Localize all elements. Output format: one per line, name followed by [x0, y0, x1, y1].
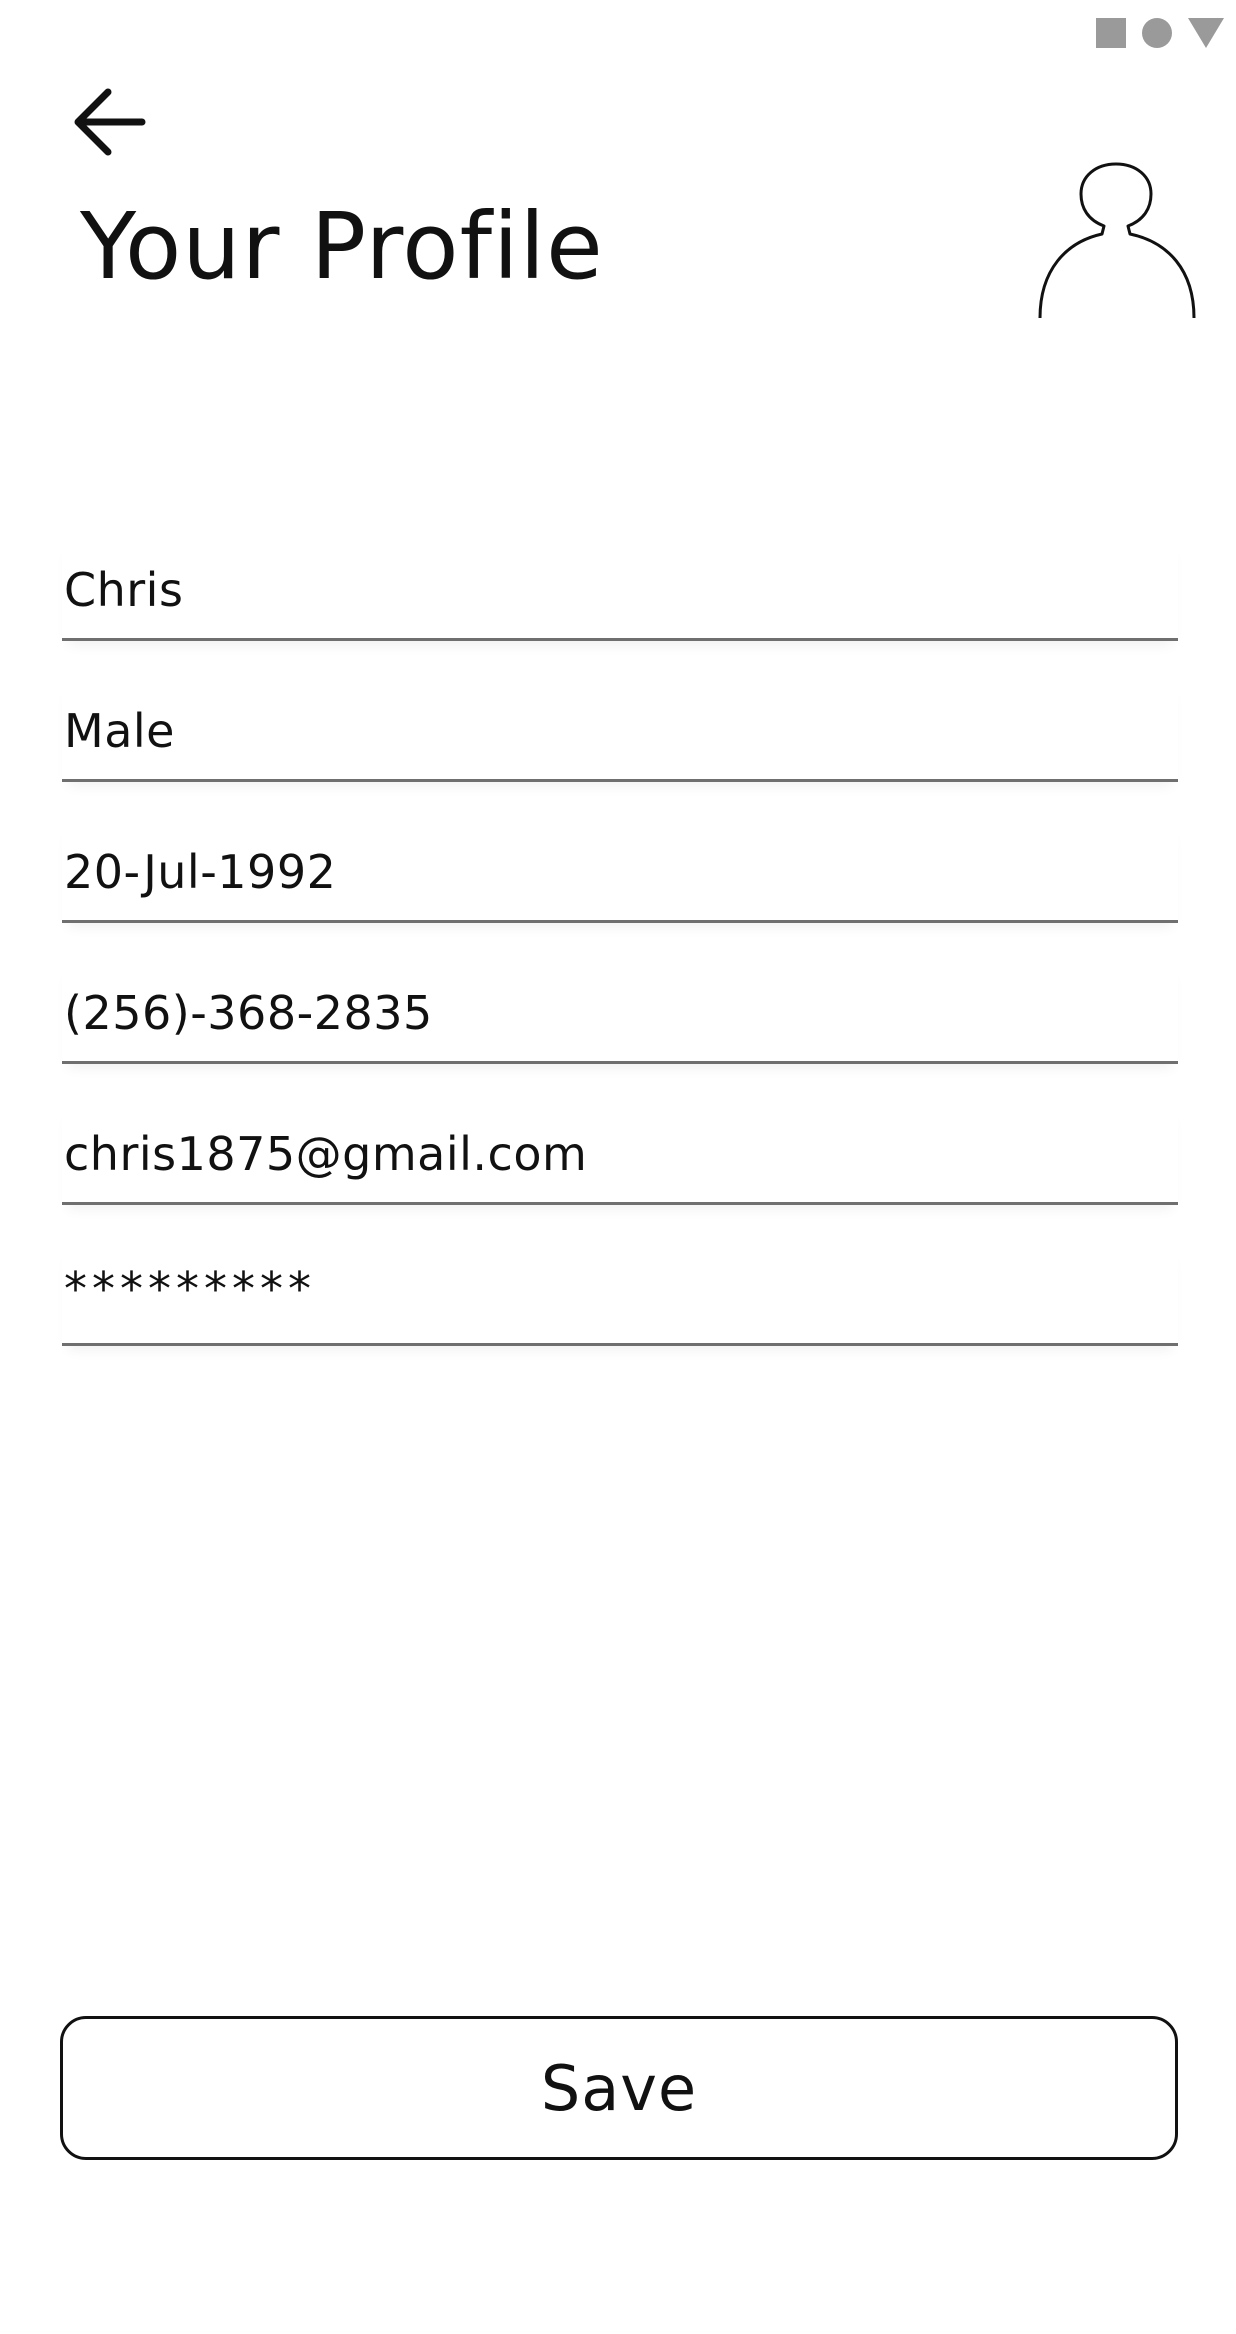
email-field-value: chris1875@gmail.com — [64, 1126, 588, 1181]
profile-form: Chris Male 20-Jul-1992 (256)-368-2835 ch… — [62, 538, 1178, 1384]
square-icon — [1096, 18, 1126, 48]
triangle-down-icon — [1188, 18, 1224, 48]
gender-field-value: Male — [64, 703, 175, 758]
password-field[interactable]: ********* — [62, 1243, 1178, 1346]
page-title: Your Profile — [80, 193, 604, 300]
save-button-label: Save — [540, 2051, 698, 2125]
user-avatar-icon — [1038, 162, 1196, 319]
birthdate-field[interactable]: 20-Jul-1992 — [62, 820, 1178, 923]
name-field[interactable]: Chris — [62, 538, 1178, 641]
status-bar — [1096, 18, 1224, 48]
gender-field[interactable]: Male — [62, 679, 1178, 782]
back-button[interactable] — [72, 82, 152, 162]
phone-field-value: (256)-368-2835 — [64, 985, 433, 1040]
save-button[interactable]: Save — [60, 2016, 1178, 2160]
email-field[interactable]: chris1875@gmail.com — [62, 1102, 1178, 1205]
name-field-value: Chris — [64, 562, 184, 617]
avatar[interactable] — [1036, 160, 1212, 324]
birthdate-field-value: 20-Jul-1992 — [64, 844, 337, 899]
arrow-left-icon — [74, 88, 146, 156]
password-field-value: ********* — [64, 1261, 316, 1316]
phone-field[interactable]: (256)-368-2835 — [62, 961, 1178, 1064]
circle-icon — [1142, 18, 1172, 48]
